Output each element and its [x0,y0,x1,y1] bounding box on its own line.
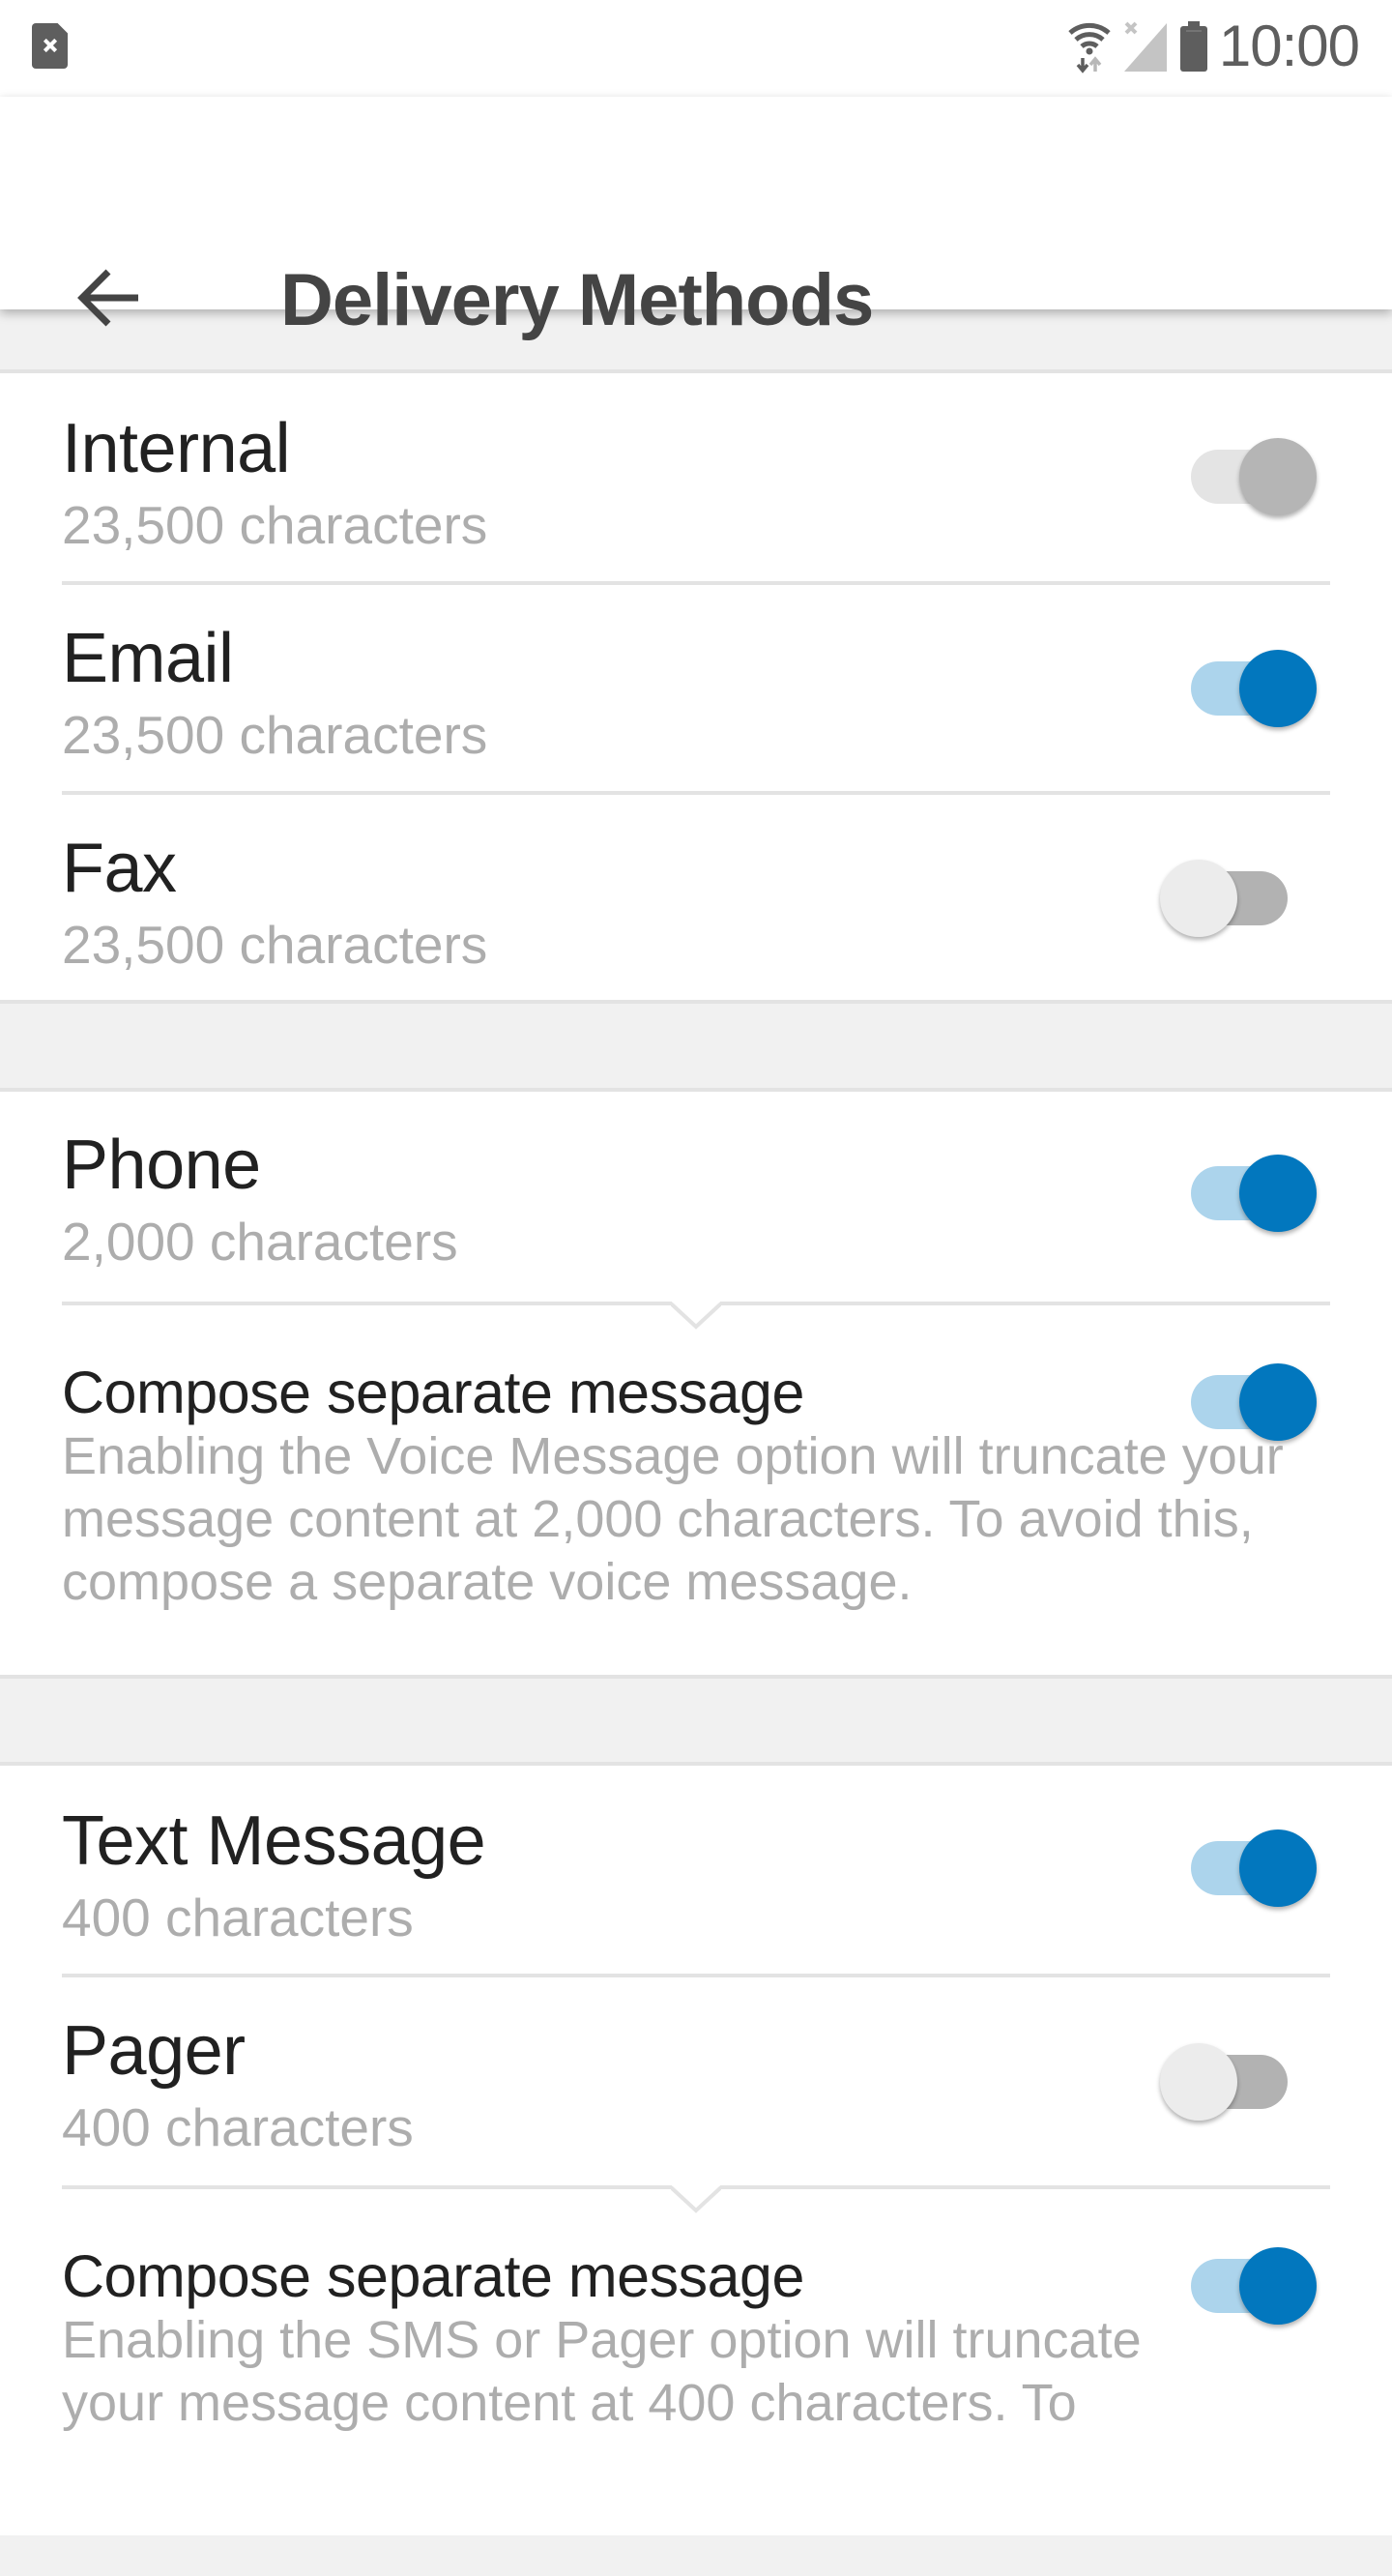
list-item-pager: Pager 400 characters [0,1977,1392,2183]
clock: 10:00 [1218,14,1360,78]
section-standard-methods: Internal 23,500 characters Email 23,500 … [0,369,1392,1004]
item-subtitle: 23,500 characters [62,915,488,975]
app-bar: Delivery Methods [0,97,1392,341]
list-item-internal: Internal 23,500 characters [0,373,1392,581]
status-icons: 10:00 [1066,14,1360,78]
toggle-knob [1239,438,1317,515]
toggle-knob [1239,1830,1317,1907]
page-title: Delivery Methods [280,259,874,341]
list-item-text-message: Text Message 400 characters [0,1766,1392,1974]
internal-toggle[interactable] [1160,433,1317,520]
battery-icon [1179,21,1207,72]
pager-toggle[interactable] [1160,2038,1295,2125]
item-title: Text Message [62,1802,486,1880]
compose-title: Compose separate message [62,2243,804,2309]
item-title: Phone [62,1127,261,1204]
item-subtitle: 23,500 characters [62,705,488,765]
compose-description: Enabling the Voice Message option will t… [62,1427,1284,1611]
list-item-fax: Fax 23,500 characters [0,795,1392,1000]
no-signal-icon [1123,21,1167,72]
item-subtitle: 400 characters [62,2097,414,2157]
compose-description: Enabling the SMS or Pager option will tr… [62,2311,1142,2432]
item-subtitle: 2,000 characters [62,1212,458,1272]
item-title: Internal [62,410,291,487]
compose-separate-sms-row: Compose separate message Enabling the SM… [0,2189,1392,2576]
compose-separate-voice-row: Compose separate message Enabling the Vo… [0,1305,1392,1679]
sim-card-missing-icon [32,23,68,69]
item-title: Pager [62,2012,246,2090]
list-item-email: Email 23,500 characters [0,585,1392,791]
arrow-back-icon [77,269,138,327]
fax-toggle[interactable] [1160,855,1295,942]
item-subtitle: 400 characters [62,1888,414,1947]
item-title: Fax [62,830,177,907]
toggle-knob [1160,860,1237,937]
list-item-phone: Phone 2,000 characters [0,1092,1392,1302]
section-phone: Phone 2,000 characters Compose separate … [0,1088,1392,1679]
toggle-knob [1160,2043,1237,2121]
email-toggle[interactable] [1160,645,1317,732]
wifi-icon [1068,22,1111,73]
item-subtitle: 23,500 characters [62,495,488,555]
item-title: Email [62,620,234,697]
toggle-knob [1239,2247,1317,2325]
toggle-knob [1239,650,1317,727]
compose-title: Compose separate message [62,1360,804,1425]
back-button[interactable] [62,251,155,344]
phone-toggle[interactable] [1160,1150,1317,1237]
status-bar: 10:00 [0,0,1392,97]
section-text-pager: Text Message 400 characters Pager 400 ch… [0,1762,1392,2535]
text-message-toggle[interactable] [1160,1825,1317,1912]
toggle-knob [1239,1155,1317,1232]
